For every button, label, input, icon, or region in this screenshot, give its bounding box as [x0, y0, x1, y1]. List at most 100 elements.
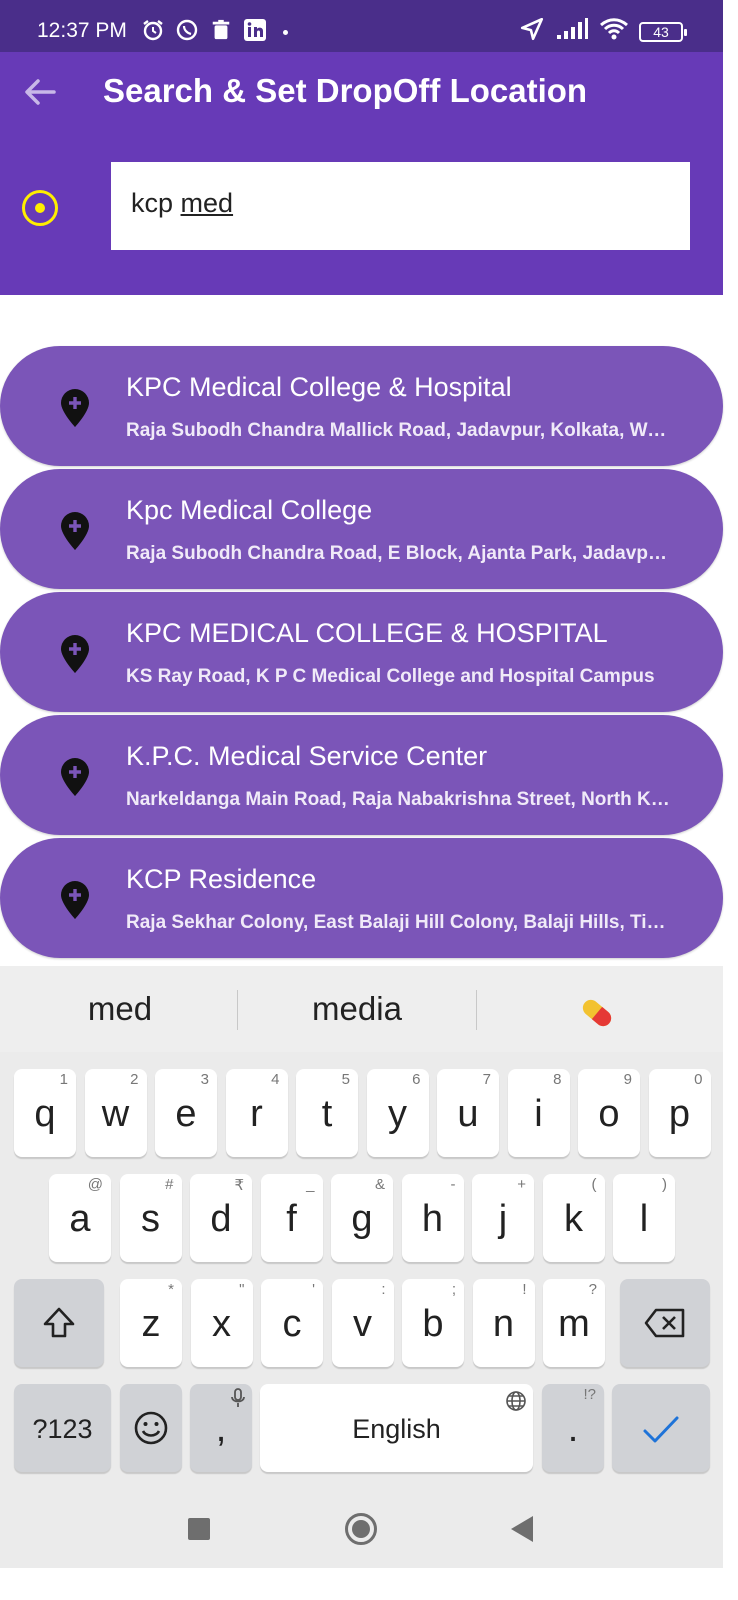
back-triangle-icon[interactable] [511, 1516, 533, 1542]
list-item[interactable]: KCP Residence Raja Sekhar Colony, East B… [0, 838, 723, 958]
key-label: l [639, 1198, 649, 1240]
key-hint: ) [662, 1176, 667, 1193]
period-key[interactable]: !?. [542, 1384, 604, 1472]
globe-icon [506, 1391, 526, 1411]
key-hint: & [374, 1176, 385, 1193]
search-input[interactable]: kcp med [111, 162, 690, 250]
location-target-icon [22, 190, 58, 226]
key-label: j [498, 1198, 508, 1240]
key-hint: ? [588, 1281, 597, 1298]
key-hint: 2 [130, 1071, 139, 1088]
suggestion-media[interactable]: media [237, 990, 477, 1028]
result-address: Raja Subodh Chandra Road, E Block, Ajant… [126, 543, 671, 564]
key-hint: 7 [482, 1071, 491, 1088]
key-label: s [141, 1198, 160, 1240]
key-hint: _ [306, 1176, 315, 1193]
smiley-icon [134, 1411, 168, 1445]
list-item[interactable]: Kpc Medical College Raja Subodh Chandra … [0, 469, 723, 589]
key-f[interactable]: _ f [260, 1174, 323, 1262]
system-icons: 43 [519, 16, 687, 47]
key-hint: 9 [623, 1071, 632, 1088]
key-l[interactable]: ) l [613, 1174, 675, 1262]
key-g[interactable]: & g [331, 1174, 393, 1262]
recent-apps-icon[interactable] [188, 1518, 210, 1540]
soft-keyboard: med media 1 q 2 w 3 e 4 r 5 t 6 y 7 u 8 i 9 o 0 p @ a # s ₹ d _ f & g… [0, 966, 723, 1568]
key-label: h [421, 1198, 444, 1240]
key-b[interactable]: ; b [402, 1279, 464, 1367]
key-e[interactable]: 3e [155, 1069, 217, 1157]
key-label: n [492, 1303, 515, 1345]
battery-indicator: 43 [639, 21, 687, 42]
key-hint: 6 [412, 1071, 421, 1088]
pill-emoji-icon[interactable] [574, 990, 620, 1036]
key-y[interactable]: 6y [366, 1069, 429, 1157]
key-hint: ' [312, 1281, 315, 1298]
key-w[interactable]: 2w [84, 1069, 147, 1157]
key-hint: + [517, 1176, 526, 1193]
key-o[interactable]: 9o [578, 1069, 640, 1157]
screen: 12:37 PM 43 Search & Set DropOff Locatio… [0, 0, 723, 1568]
page-title: Search & Set DropOff Location [103, 72, 588, 109]
back-arrow-icon[interactable] [20, 72, 60, 112]
symbols-key[interactable]: ?123 [14, 1384, 111, 1472]
map-pin-plus-icon [58, 880, 92, 920]
suggestion-med[interactable]: med [0, 990, 240, 1028]
key-s[interactable]: # s [119, 1174, 182, 1262]
list-item[interactable]: KPC MEDICAL COLLEGE & HOSPITAL KS Ray Ro… [0, 592, 723, 712]
enter-key[interactable] [612, 1384, 710, 1472]
space-key-label: English [352, 1414, 441, 1444]
suggestion-divider [476, 990, 477, 1030]
key-hint: 3 [200, 1071, 209, 1088]
key-hint: 5 [341, 1071, 350, 1088]
key-label: x [212, 1303, 231, 1345]
list-item[interactable]: KPC Medical College & Hospital Raja Subo… [0, 346, 723, 466]
key-hint: ! [522, 1281, 527, 1298]
key-p[interactable]: 0p [648, 1069, 711, 1157]
emoji-key[interactable] [120, 1384, 182, 1472]
key-h[interactable]: -h [401, 1174, 464, 1262]
key-a[interactable]: @ a [49, 1174, 111, 1262]
key-n[interactable]: ! n [472, 1279, 535, 1367]
key-v[interactable]: :v [331, 1279, 394, 1367]
result-title: K.P.C. Medical Service Center [126, 741, 488, 771]
result-title: KPC Medical College & Hospital [126, 372, 512, 402]
key-label: i [534, 1093, 543, 1135]
results-list: KPC Medical College & Hospital Raja Subo… [0, 346, 723, 961]
key-t[interactable]: 5t [296, 1069, 358, 1157]
search-input-text: kcp med [131, 188, 234, 218]
key-label: r [250, 1093, 263, 1135]
key-hint: " [239, 1281, 245, 1298]
key-z[interactable]: * z [120, 1279, 182, 1367]
key-d[interactable]: ₹ d [190, 1174, 252, 1262]
key-hint: # [165, 1176, 174, 1193]
space-key[interactable]: English [260, 1384, 533, 1472]
list-item[interactable]: K.P.C. Medical Service Center Narkeldang… [0, 715, 723, 835]
home-icon[interactable] [345, 1513, 377, 1545]
comma-key[interactable]: , [190, 1384, 252, 1472]
key-hint: 1 [59, 1071, 68, 1088]
result-title: KCP Residence [126, 864, 317, 894]
key-u[interactable]: 7u [437, 1069, 499, 1157]
key-hint: ; [451, 1281, 456, 1298]
key-label: c [282, 1303, 302, 1345]
key-c[interactable]: ' c [261, 1279, 323, 1367]
shift-key[interactable] [14, 1279, 104, 1367]
key-i[interactable]: 8i [507, 1069, 570, 1157]
key-label: m [558, 1303, 590, 1345]
map-pin-plus-icon [58, 757, 92, 797]
key-q[interactable]: 1q [14, 1069, 76, 1157]
key-m[interactable]: ? m [543, 1279, 605, 1367]
period-key-label: . [567, 1408, 579, 1450]
key-k[interactable]: (k [542, 1174, 605, 1262]
backspace-key[interactable] [620, 1279, 710, 1367]
trash-icon [208, 17, 234, 43]
suggestion-strip: med media [0, 966, 723, 1052]
key-r[interactable]: 4r [225, 1069, 288, 1157]
key-x[interactable]: " x [190, 1279, 253, 1367]
notification-icons [140, 17, 268, 43]
period-key-hint: !? [583, 1386, 596, 1403]
key-hint: ( [591, 1176, 597, 1193]
result-address: Narkeldanga Main Road, Raja Nabakrishna … [126, 789, 671, 810]
whatsapp-icon [174, 17, 200, 43]
key-j[interactable]: + j [472, 1174, 534, 1262]
